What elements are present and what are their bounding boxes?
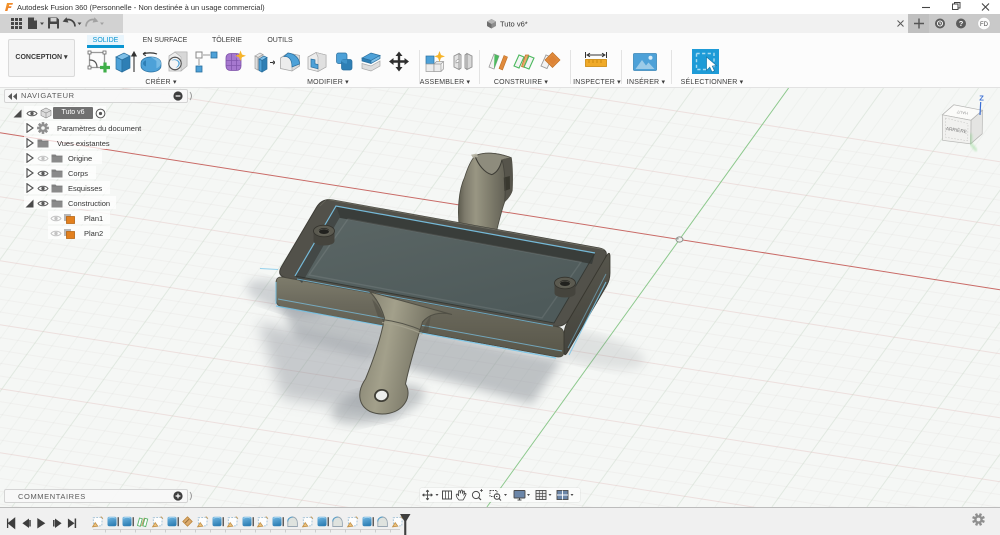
svg-text:FD: FD (980, 22, 989, 28)
svg-text:?: ? (959, 19, 964, 28)
svg-text:Tuto v6*: Tuto v6* (500, 20, 528, 29)
svg-text:Z: Z (979, 94, 984, 103)
